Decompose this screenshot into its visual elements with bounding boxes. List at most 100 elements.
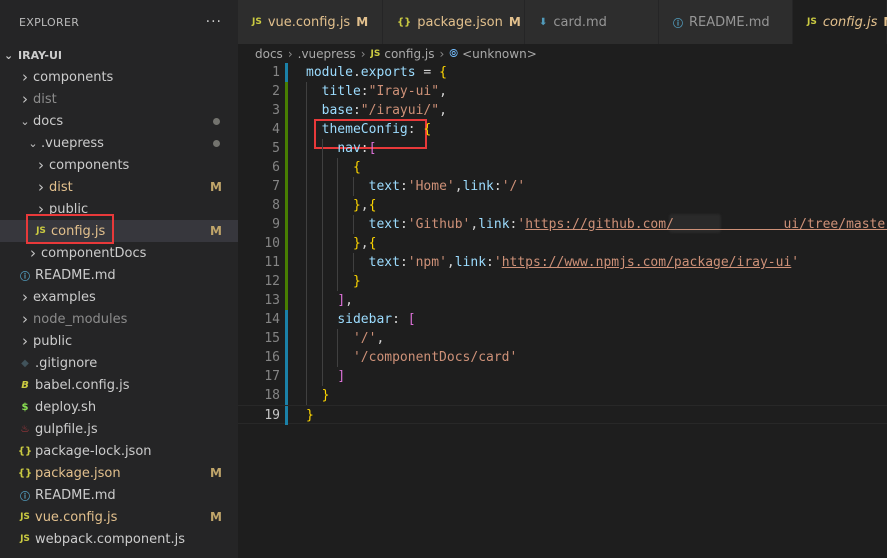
tree-item-label: .gitignore bbox=[35, 355, 98, 371]
code-line[interactable]: 7 text:'Home',link:'/' bbox=[238, 177, 887, 196]
code-line[interactable]: 16 '/componentDocs/card' bbox=[238, 348, 887, 367]
gutter-change-indicator[interactable] bbox=[285, 63, 288, 82]
explorer-sidebar: EXPLORER ··· ⌄ IRAY-UI › components › dist ⌄… bbox=[0, 0, 238, 558]
breadcrumb-vuepress[interactable]: .vuepress bbox=[298, 47, 356, 61]
project-root[interactable]: ⌄ IRAY-UI bbox=[0, 44, 238, 66]
code-line[interactable]: 15 '/', bbox=[238, 329, 887, 348]
code-line[interactable]: 2 title:"Iray-ui", bbox=[238, 82, 887, 101]
code-line[interactable]: 4 themeConfig: { bbox=[238, 120, 887, 139]
tab-vue-config-js[interactable]: JS vue.config.js M bbox=[238, 0, 383, 44]
js-file-icon: JS bbox=[370, 48, 381, 59]
tree-item[interactable]: JS vue.config.js M bbox=[0, 506, 238, 528]
line-number: 14 bbox=[264, 312, 280, 327]
gutter-change-indicator[interactable] bbox=[285, 82, 288, 101]
breadcrumb-config[interactable]: config.js bbox=[384, 47, 434, 61]
tree-item[interactable]: ⌄ docs bbox=[0, 110, 238, 132]
tree-item[interactable]: › componentDocs bbox=[0, 242, 238, 264]
tree-item[interactable]: Bbabel.config.js bbox=[0, 374, 238, 396]
tree-item[interactable]: JS config.js M bbox=[0, 220, 238, 242]
tab-label: package.json bbox=[417, 14, 503, 30]
tree-item[interactable]: › public bbox=[0, 198, 238, 220]
gutter-change-indicator[interactable] bbox=[285, 310, 288, 329]
ellipsis-icon[interactable]: ··· bbox=[206, 14, 222, 30]
tree-item[interactable]: JS webpack.component.js bbox=[0, 528, 238, 550]
explorer-header: EXPLORER ··· bbox=[0, 0, 238, 44]
gutter-change-indicator[interactable] bbox=[285, 406, 288, 425]
changes-dot-icon bbox=[213, 117, 220, 125]
line-number: 5 bbox=[272, 141, 280, 156]
code-text: themeConfig: { bbox=[321, 122, 432, 137]
code-line[interactable]: 3 base:"/irayui/", bbox=[238, 101, 887, 120]
code-editor[interactable]: 1 module.exports = {2 title:"Iray-ui", 3 b… bbox=[238, 63, 887, 558]
gutter-change-indicator[interactable] bbox=[285, 329, 288, 348]
tab-readme-md[interactable]: ⓘ README.md bbox=[659, 0, 793, 44]
tab-card-md[interactable]: ⬇ card.md bbox=[525, 0, 659, 44]
tree-item[interactable]: ⓘ README.md bbox=[0, 264, 238, 286]
tree-item[interactable]: › components bbox=[0, 154, 238, 176]
code-line[interactable]: 11 text:'npm',link:'https://www.npmjs.co… bbox=[238, 253, 887, 272]
code-line[interactable]: 17 ] bbox=[238, 367, 887, 386]
tree-item[interactable]: ♨ gulpfile.js bbox=[0, 418, 238, 440]
changes-dot-icon bbox=[213, 139, 220, 147]
tree-item[interactable]: {} package.json M bbox=[0, 462, 238, 484]
tree-item-label: package.json bbox=[35, 465, 121, 481]
tree-item-label: dist bbox=[33, 91, 57, 107]
code-text: ] bbox=[337, 369, 346, 384]
tab-package-json[interactable]: {} package.json M bbox=[383, 0, 525, 44]
editor-tabs: JS vue.config.js M {} package.json M ⬇ card.md ⓘ… bbox=[238, 0, 887, 44]
code-line[interactable]: 13 ], bbox=[238, 291, 887, 310]
line-number: 1 bbox=[272, 65, 280, 80]
tree-item[interactable]: › node_modules bbox=[0, 308, 238, 330]
tree-item[interactable]: ⓘ README.md bbox=[0, 484, 238, 506]
tree-item-label: README.md bbox=[35, 487, 116, 503]
tree-item[interactable]: ⌄ .vuepress bbox=[0, 132, 238, 154]
babel-icon: B bbox=[21, 379, 29, 391]
tree-item[interactable]: › dist M bbox=[0, 176, 238, 198]
gutter-change-indicator[interactable] bbox=[285, 253, 288, 272]
code-text: } bbox=[321, 388, 330, 403]
code-text: ], bbox=[337, 293, 353, 308]
code-text: },{ bbox=[352, 236, 377, 251]
gutter-change-indicator[interactable] bbox=[285, 367, 288, 386]
code-line[interactable]: 14 sidebar: [ bbox=[238, 310, 887, 329]
gutter-change-indicator[interactable] bbox=[285, 234, 288, 253]
tree-item[interactable]: ◆ .gitignore bbox=[0, 352, 238, 374]
gutter-change-indicator[interactable] bbox=[285, 158, 288, 177]
line-number: 19 bbox=[264, 408, 280, 423]
gutter-change-indicator[interactable] bbox=[285, 215, 288, 234]
code-text: base:"/irayui/", bbox=[321, 103, 447, 118]
code-line[interactable]: 9 text:'Github',link:'https://github.com… bbox=[238, 215, 887, 234]
tree-item[interactable]: › public bbox=[0, 330, 238, 352]
gutter-change-indicator[interactable] bbox=[285, 348, 288, 367]
code-line[interactable]: 18 } bbox=[238, 386, 887, 405]
chevron-right-icon: › bbox=[30, 244, 36, 262]
code-line[interactable]: 8 },{ bbox=[238, 196, 887, 215]
gutter-change-indicator[interactable] bbox=[285, 101, 288, 120]
tree-item[interactable]: › components bbox=[0, 66, 238, 88]
tab-config-js[interactable]: JS config.js M bbox=[793, 0, 887, 44]
tree-item[interactable]: {} package-lock.json bbox=[0, 440, 238, 462]
gutter-change-indicator[interactable] bbox=[285, 177, 288, 196]
gutter-change-indicator[interactable] bbox=[285, 139, 288, 158]
tree-item[interactable]: › dist bbox=[0, 88, 238, 110]
gutter-change-indicator[interactable] bbox=[285, 120, 288, 139]
tree-item[interactable]: $ deploy.sh bbox=[0, 396, 238, 418]
breadcrumb-docs[interactable]: docs bbox=[255, 47, 283, 61]
code-line[interactable]: 10 },{ bbox=[238, 234, 887, 253]
code-text: } bbox=[306, 408, 314, 423]
modified-badge: M bbox=[508, 15, 521, 29]
tree-item[interactable]: › examples bbox=[0, 286, 238, 308]
gutter-change-indicator[interactable] bbox=[285, 386, 288, 405]
breadcrumb-symbol[interactable]: <unknown> bbox=[462, 47, 537, 61]
code-line[interactable]: 12 } bbox=[238, 272, 887, 291]
gutter-change-indicator[interactable] bbox=[285, 272, 288, 291]
code-line[interactable]: 19} bbox=[238, 405, 887, 425]
chevron-down-icon: ⌄ bbox=[28, 136, 38, 150]
code-line[interactable]: 1 module.exports = { bbox=[238, 63, 887, 82]
chevron-right-icon: › bbox=[38, 178, 44, 196]
code-line[interactable]: 5 nav:[ bbox=[238, 139, 887, 158]
code-text: text:'npm',link:'https://www.npmjs.com/p… bbox=[368, 255, 800, 270]
gutter-change-indicator[interactable] bbox=[285, 291, 288, 310]
gutter-change-indicator[interactable] bbox=[285, 196, 288, 215]
code-line[interactable]: 6 { bbox=[238, 158, 887, 177]
